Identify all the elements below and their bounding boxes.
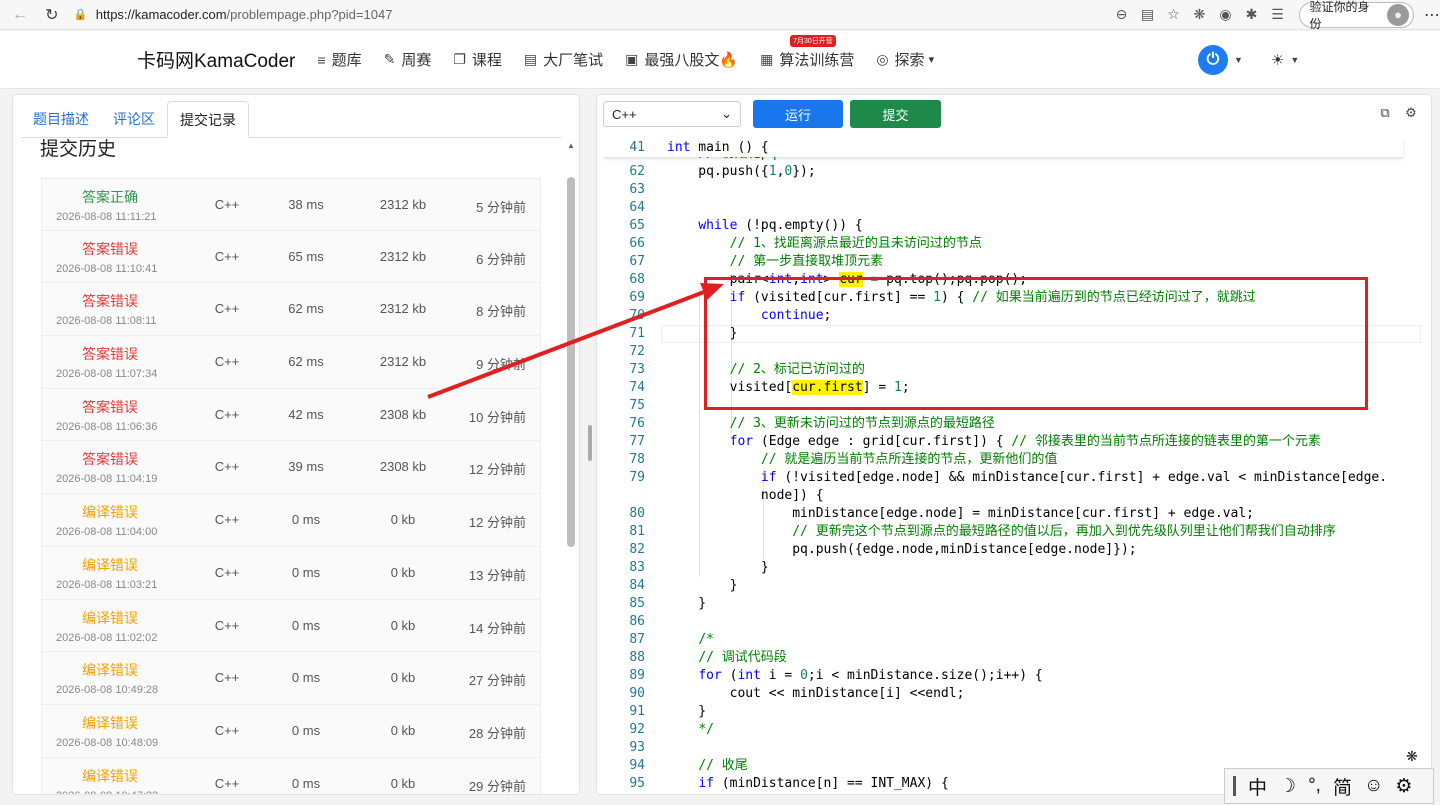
code-text: int main () { — [667, 140, 769, 155]
ime-button-1[interactable]: ☽ — [1279, 775, 1296, 798]
copilot-icon[interactable]: ❋ — [1406, 748, 1418, 765]
ime-button-5[interactable]: ⚙ — [1395, 775, 1412, 798]
arrow-shaft — [427, 290, 705, 399]
ime-button-4[interactable]: ☺ — [1364, 775, 1383, 797]
line-number: 41 — [629, 140, 645, 155]
ime-button-0[interactable]: 中 — [1248, 773, 1267, 800]
sticky-scroll-line[interactable]: 41 int main () { — [603, 139, 1403, 157]
ime-drag-handle[interactable] — [1233, 776, 1236, 796]
ime-button-3[interactable]: 简 — [1333, 773, 1352, 800]
ime-button-2[interactable]: °, — [1308, 775, 1321, 797]
annotation-arrow — [427, 283, 724, 399]
ime-toolbar: 中 ☽ °, 简 ☺ ⚙ — [1224, 768, 1434, 804]
arrow-head — [700, 283, 724, 300]
